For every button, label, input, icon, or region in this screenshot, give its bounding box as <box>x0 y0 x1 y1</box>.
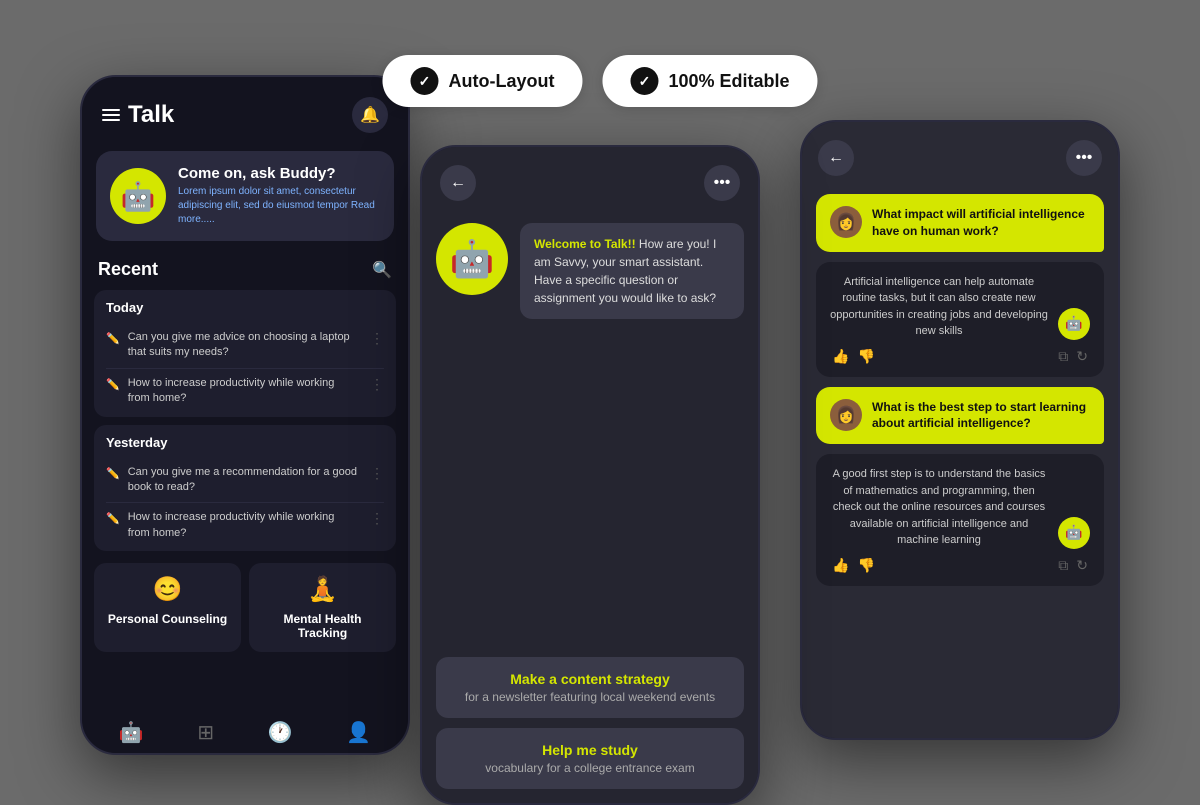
ai-resp-text-2: A good first step is to understand the b… <box>830 466 1048 549</box>
more-button[interactable]: ••• <box>704 165 740 201</box>
more-options-button[interactable]: ⋮ <box>366 376 384 393</box>
refresh-icon[interactable]: ↻ <box>1076 348 1088 365</box>
ai-avatar-sm: 🤖 <box>1058 308 1090 340</box>
edit-icon: ✏️ <box>106 512 120 525</box>
bottom-nav: 🤖 ⊞ 🕐 👤 <box>82 708 408 753</box>
recent-header: Recent 🔍 <box>82 249 408 286</box>
editable-badge: ✓ 100% Editable <box>602 55 817 107</box>
ai-response-1: Artificial intelligence can help automat… <box>816 262 1104 377</box>
nav-clock-icon[interactable]: 🕐 <box>268 720 293 745</box>
thumbs-down-icon[interactable]: 👎 <box>857 348 874 365</box>
check-icon-2: ✓ <box>630 67 658 95</box>
yesterday-section: Yesterday ✏️ Can you give me a recommend… <box>94 425 396 552</box>
ai-actions-2: 👍 👎 ⧉ ↻ <box>830 557 1090 574</box>
ai-greeting-bubble: Welcome to Talk!! How are you! I am Savv… <box>520 223 744 319</box>
mental-health-card[interactable]: 🧘 Mental Health Tracking <box>249 563 396 652</box>
phone1-header: Talk 🔔 <box>82 77 408 143</box>
list-item-text: How to increase productivity while worki… <box>128 510 358 541</box>
thumbs-down-icon-2[interactable]: 👎 <box>857 557 874 574</box>
personal-counseling-card[interactable]: 😊 Personal Counseling <box>94 563 241 652</box>
app-title: Talk <box>128 101 174 129</box>
counseling-label: Personal Counseling <box>108 612 227 626</box>
list-item[interactable]: ✏️ How to increase productivity while wo… <box>106 503 384 541</box>
phone3-header: ← ••• <box>802 122 1118 188</box>
suggestion-2-sub: vocabulary for a college entrance exam <box>452 761 728 775</box>
suggestion-2-button[interactable]: Help me study vocabulary for a college e… <box>436 728 744 789</box>
list-item[interactable]: ✏️ Can you give me advice on choosing a … <box>106 323 384 369</box>
phone2-chat-area: 🤖 Welcome to Talk!! How are you! I am Sa… <box>422 213 758 649</box>
ai-copy-group: ⧉ ↻ <box>1058 348 1088 365</box>
ai-copy-group-2: ⧉ ↻ <box>1058 557 1088 574</box>
more-options-button[interactable]: ⋮ <box>366 465 384 482</box>
list-item-text: Can you give me advice on choosing a lap… <box>128 330 358 361</box>
thumbs-up-icon-2[interactable]: 👍 <box>832 557 849 574</box>
recent-title: Recent <box>98 259 158 280</box>
robot-avatar-large: 🤖 <box>436 223 508 295</box>
menu-icon[interactable] <box>102 109 120 121</box>
user-avatar-2: 👩 <box>830 399 862 431</box>
edit-icon: ✏️ <box>106 378 120 391</box>
banner-body: Lorem ipsum dolor sit amet, consectetur … <box>178 185 380 227</box>
editable-label: 100% Editable <box>668 71 789 92</box>
badge-container: ✓ Auto-Layout ✓ 100% Editable <box>382 55 817 107</box>
phone-3: ← ••• 👩 What impact will artificial inte… <box>800 120 1120 740</box>
mental-health-label: Mental Health Tracking <box>259 612 386 640</box>
banner-heading: Come on, ask Buddy? <box>178 165 380 182</box>
list-item[interactable]: ✏️ How to increase productivity while wo… <box>106 369 384 407</box>
more-button-3[interactable]: ••• <box>1066 140 1102 176</box>
ai-actions-1: 👍 👎 ⧉ ↻ <box>830 348 1090 365</box>
user-avatar: 👩 <box>830 206 862 238</box>
search-button[interactable]: 🔍 <box>372 260 392 280</box>
suggestion-2-title: Help me study <box>452 742 728 758</box>
user-msg-text-2: What is the best step to start learning … <box>872 399 1090 433</box>
nav-grid-icon[interactable]: ⊞ <box>197 720 214 745</box>
suggestions: Make a content strategy for a newsletter… <box>422 649 758 803</box>
today-label: Today <box>106 300 384 315</box>
suggestion-1-title: Make a content strategy <box>452 671 728 687</box>
robot-avatar: 🤖 <box>110 168 166 224</box>
edit-icon: ✏️ <box>106 467 120 480</box>
list-item[interactable]: ✏️ Can you give me a recommendation for … <box>106 458 384 504</box>
phone2-header: ← ••• <box>422 147 758 213</box>
today-section: Today ✏️ Can you give me advice on choos… <box>94 290 396 417</box>
yesterday-label: Yesterday <box>106 435 384 450</box>
edit-icon: ✏️ <box>106 332 120 345</box>
user-message-2: 👩 What is the best step to start learnin… <box>816 387 1104 445</box>
more-options-button[interactable]: ⋮ <box>366 330 384 347</box>
suggestion-1-sub: for a newsletter featuring local weekend… <box>452 690 728 704</box>
nav-profile-icon[interactable]: 👤 <box>346 720 371 745</box>
thumbs-up-icon[interactable]: 👍 <box>832 348 849 365</box>
auto-layout-label: Auto-Layout <box>448 71 554 92</box>
copy-icon[interactable]: ⧉ <box>1058 348 1068 365</box>
user-message-1: 👩 What impact will artificial intelligen… <box>816 194 1104 252</box>
check-icon: ✓ <box>410 67 438 95</box>
auto-layout-badge: ✓ Auto-Layout <box>382 55 582 107</box>
user-msg-text-1: What impact will artificial intelligence… <box>872 206 1090 240</box>
ai-response-2: A good first step is to understand the b… <box>816 454 1104 586</box>
back-button[interactable]: ← <box>440 165 476 201</box>
back-button-3[interactable]: ← <box>818 140 854 176</box>
counseling-icon: 😊 <box>153 575 183 604</box>
list-item-text: How to increase productivity while worki… <box>128 376 358 407</box>
category-cards: 😊 Personal Counseling 🧘 Mental Health Tr… <box>94 563 396 652</box>
phone3-chat-area: 👩 What impact will artificial intelligen… <box>802 188 1118 738</box>
ai-feedback-group: 👍 👎 <box>832 348 875 365</box>
phone1-header-left: Talk <box>102 101 174 129</box>
suggestion-1-button[interactable]: Make a content strategy for a newsletter… <box>436 657 744 718</box>
ai-greeting: 🤖 Welcome to Talk!! How are you! I am Sa… <box>436 223 744 319</box>
ai-feedback-group-2: 👍 👎 <box>832 557 875 574</box>
ai-resp-text-1: Artificial intelligence can help automat… <box>830 274 1048 340</box>
mental-health-icon: 🧘 <box>308 575 338 604</box>
phone-2: ← ••• 🤖 Welcome to Talk!! How are you! I… <box>420 145 760 805</box>
banner-text: Come on, ask Buddy? Lorem ipsum dolor si… <box>178 165 380 227</box>
phone-1: Talk 🔔 🤖 Come on, ask Buddy? Lorem ipsum… <box>80 75 410 755</box>
greeting-highlight: Welcome to Talk!! <box>534 237 636 251</box>
copy-icon-2[interactable]: ⧉ <box>1058 557 1068 574</box>
nav-home-icon[interactable]: 🤖 <box>119 720 144 745</box>
ai-avatar-sm-2: 🤖 <box>1058 517 1090 549</box>
list-item-text: Can you give me a recommendation for a g… <box>128 465 358 496</box>
refresh-icon-2[interactable]: ↻ <box>1076 557 1088 574</box>
banner: 🤖 Come on, ask Buddy? Lorem ipsum dolor … <box>96 151 394 241</box>
more-options-button[interactable]: ⋮ <box>366 510 384 527</box>
